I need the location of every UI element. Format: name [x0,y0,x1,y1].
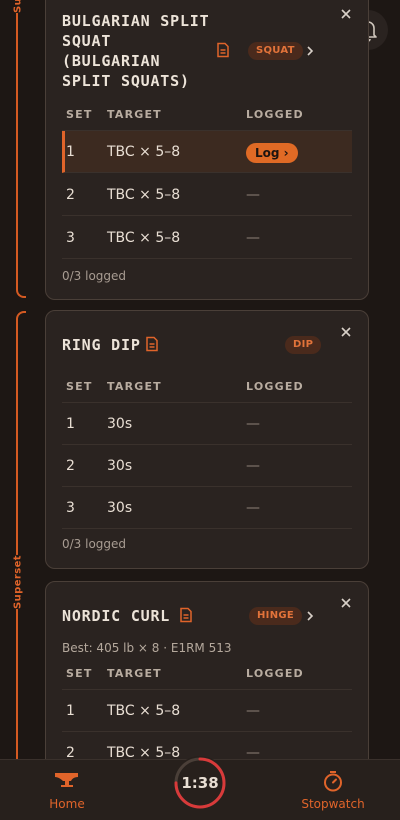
nav-home[interactable]: Home [37,760,97,820]
col-header-logged: LOGGED [246,667,304,680]
set-number: 2 [66,187,75,203]
logged-progress: 0/3 logged [62,269,127,283]
set-logged-value: — [246,416,260,432]
timer-value: 1:38 [181,774,219,792]
set-logged-value: — [246,500,260,516]
col-header-logged: LOGGED [246,380,304,393]
table-row[interactable]: 1 30s — [62,403,352,445]
exercise-card-ring-dip: RING DIP DIP SET TARGET LOGGED 1 30s — 2… [45,310,369,569]
set-number: 1 [66,416,75,432]
log-set-button[interactable]: Log › [246,143,298,163]
movement-tag: HINGE [249,607,302,625]
table-row[interactable]: 1 TBC × 5–8 — [62,690,352,732]
table-row[interactable]: 1 TBC × 5–8 Log › [62,131,352,173]
table-row[interactable]: 3 30s — [62,487,352,529]
remove-exercise-button[interactable] [338,595,354,611]
set-target: TBC × 5–8 [107,187,181,203]
set-number: 3 [66,230,75,246]
rest-timer[interactable]: 1:38 [172,755,228,811]
nav-home-label: Home [49,797,85,811]
col-header-logged: LOGGED [246,108,304,121]
superset-label-bottom: Superset [10,555,26,609]
set-target: 30s [107,458,133,474]
set-target: 30s [107,500,133,516]
remove-exercise-button[interactable] [338,6,354,22]
table-row[interactable]: 2 30s — [62,445,352,487]
exercise-title[interactable]: RING DIP [62,335,141,355]
col-header-target: TARGET [107,667,162,680]
col-header-set: SET [66,380,93,393]
nav-stopwatch[interactable]: Stopwatch [298,760,368,820]
movement-tag: SQUAT [248,42,303,60]
table-row[interactable]: 2 TBC × 5–8 — [62,174,352,216]
set-target: 30s [107,416,133,432]
close-icon [341,9,351,19]
exercise-card-bulgarian-split-squat: BULGARIAN SPLIT SQUAT (BULGARIAN SPLIT S… [45,0,369,300]
set-number: 1 [66,144,75,160]
close-icon [341,327,351,337]
set-logged-value: — [246,703,260,719]
personal-best: Best: 405 lb × 8 · E1RM 513 [62,641,232,655]
set-number: 3 [66,500,75,516]
nav-stopwatch-label: Stopwatch [301,797,365,811]
col-header-target: TARGET [107,380,162,393]
logged-progress: 0/3 logged [62,537,127,551]
notes-icon[interactable] [178,607,194,623]
table-row[interactable]: 3 TBC × 5–8 — [62,217,352,259]
col-header-set: SET [66,108,93,121]
chevron-right-icon[interactable] [304,45,316,57]
set-target: TBC × 5–8 [107,144,181,160]
exercise-title[interactable]: NORDIC CURL [62,606,170,626]
exercise-card-nordic-curl: NORDIC CURL HINGE Best: 405 lb × 8 · E1R… [45,581,369,781]
superset-bracket-top [16,0,26,298]
anvil-icon [55,773,78,787]
exercise-title[interactable]: BULGARIAN SPLIT SQUAT (BULGARIAN SPLIT S… [62,11,209,91]
chevron-right-icon[interactable] [304,610,316,622]
close-icon [341,598,351,608]
superset-label-top: Superset [10,0,26,13]
set-target: TBC × 5–8 [107,230,181,246]
notes-icon[interactable] [144,336,160,352]
movement-tag: DIP [285,336,322,354]
set-number: 2 [66,458,75,474]
col-header-target: TARGET [107,108,162,121]
set-number: 1 [66,703,75,719]
set-target: TBC × 5–8 [107,703,181,719]
col-header-set: SET [66,667,93,680]
stopwatch-icon [324,771,342,792]
set-logged-value: — [246,230,260,246]
notes-icon[interactable] [215,42,231,58]
remove-exercise-button[interactable] [338,324,354,340]
set-logged-value: — [246,458,260,474]
set-logged-value: — [246,187,260,203]
